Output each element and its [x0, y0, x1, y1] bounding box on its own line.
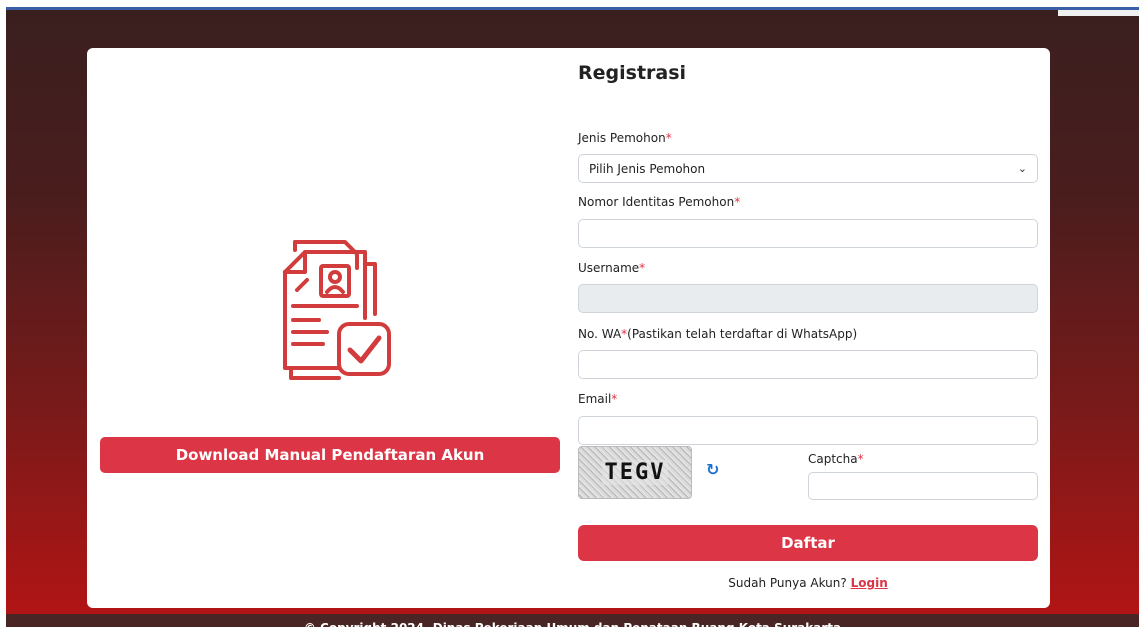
- nomor-identitas-label: Nomor Identitas Pemohon*: [578, 195, 741, 209]
- wa-input[interactable]: [578, 350, 1038, 379]
- download-manual-button[interactable]: Download Manual Pendaftaran Akun: [100, 437, 560, 473]
- nomor-identitas-input[interactable]: [578, 219, 1038, 248]
- username-label: Username*: [578, 261, 646, 275]
- login-prompt: Sudah Punya Akun? Login: [728, 576, 888, 590]
- daftar-button[interactable]: Daftar: [578, 525, 1038, 561]
- registration-card: Download Manual Pendaftaran Akun Registr…: [87, 48, 1050, 608]
- refresh-captcha-icon[interactable]: ↻: [706, 460, 719, 479]
- window-edge: [1058, 10, 1139, 16]
- email-input[interactable]: [578, 416, 1038, 445]
- captcha-input[interactable]: [808, 472, 1038, 500]
- captcha-text: TEGV: [601, 460, 669, 485]
- registration-form: Registrasi Jenis Pemohon* Pilih Jenis Pe…: [578, 48, 1048, 608]
- footer-copyright: © Copyright 2024. Dinas Pekerjaan Umum d…: [6, 614, 1139, 627]
- left-panel: Download Manual Pendaftaran Akun: [87, 48, 577, 608]
- chevron-down-icon: ⌄: [1017, 162, 1027, 175]
- jenis-pemohon-select[interactable]: Pilih Jenis Pemohon ⌄: [578, 154, 1038, 183]
- jenis-pemohon-label: Jenis Pemohon*: [578, 131, 672, 145]
- login-link[interactable]: Login: [851, 576, 888, 590]
- page-background: Download Manual Pendaftaran Akun Registr…: [6, 7, 1139, 627]
- captcha-image: TEGV: [578, 446, 692, 499]
- email-label: Email*: [578, 392, 618, 406]
- username-input: [578, 284, 1038, 313]
- document-profile-check-icon: [283, 240, 391, 380]
- jenis-pemohon-value: Pilih Jenis Pemohon: [589, 161, 706, 176]
- wa-label: No. WA*(Pastikan telah terdaftar di What…: [578, 327, 858, 341]
- form-title: Registrasi: [578, 62, 687, 84]
- captcha-label: Captcha*: [808, 452, 864, 466]
